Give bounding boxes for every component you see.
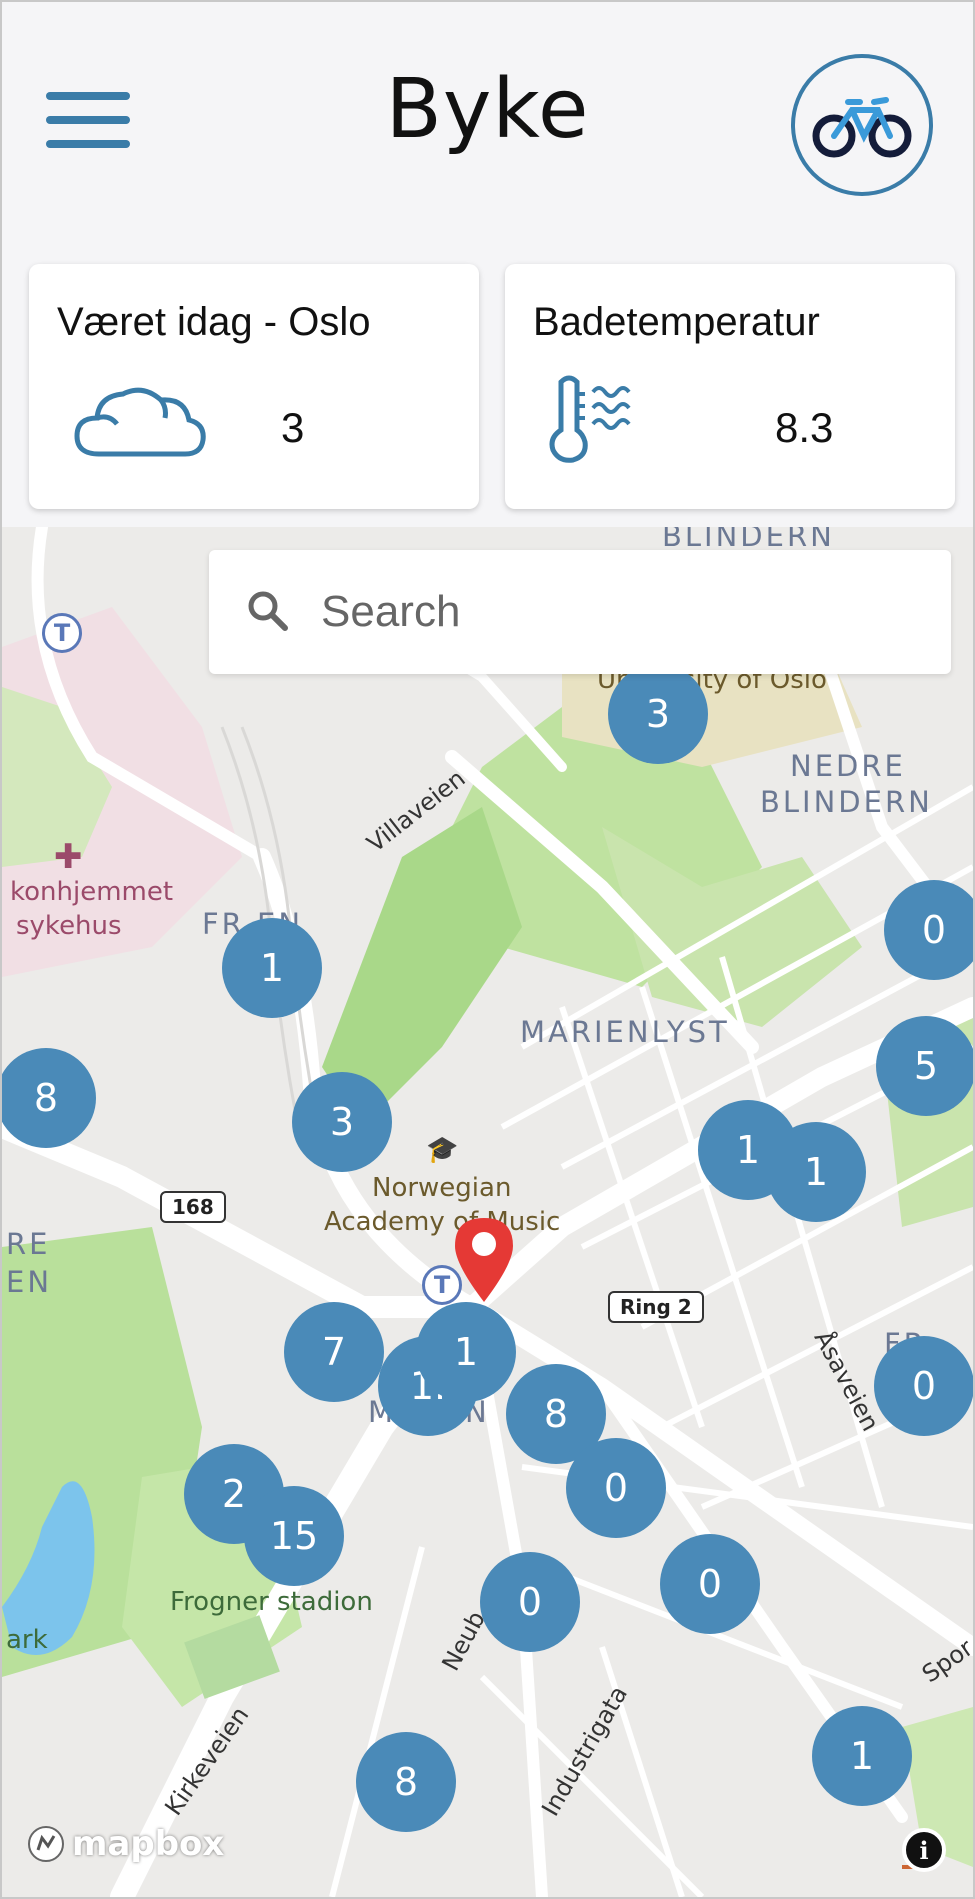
- station-cluster[interactable]: 3: [608, 664, 708, 764]
- station-cluster[interactable]: 0: [884, 880, 973, 980]
- school-icon: 🎓: [426, 1135, 459, 1165]
- app-header: Byke: [2, 2, 973, 242]
- poi-label-stadium: Frogner stadion: [170, 1587, 373, 1617]
- station-cluster[interactable]: 0: [566, 1438, 666, 1538]
- cloud-icon: [69, 374, 209, 469]
- station-cluster[interactable]: 7: [284, 1302, 384, 1402]
- station-cluster[interactable]: 0: [480, 1552, 580, 1652]
- station-cluster[interactable]: 5: [876, 1016, 973, 1116]
- station-cluster[interactable]: 0: [874, 1336, 973, 1436]
- station-cluster[interactable]: 15: [244, 1486, 344, 1586]
- area-label-marienlyst: MARIENLYST: [520, 1015, 730, 1049]
- road-shield-168: 168: [160, 1191, 226, 1223]
- app-screen: Byke Været idag - Oslo 3 Badetemperatur: [0, 0, 975, 1899]
- bath-title: Badetemperatur: [533, 300, 820, 344]
- poi-label-park: ark: [6, 1625, 48, 1655]
- station-cluster[interactable]: 0: [660, 1534, 760, 1634]
- poi-label-hospital-2: sykehus: [16, 911, 122, 941]
- search-icon: [248, 591, 288, 631]
- station-cluster[interactable]: 1: [766, 1122, 866, 1222]
- station-cluster[interactable]: 8: [356, 1732, 456, 1832]
- station-cluster[interactable]: 1: [812, 1706, 912, 1806]
- info-icon[interactable]: i: [902, 1828, 946, 1872]
- area-label-nedre-2: BLINDERN: [760, 785, 933, 819]
- station-cluster[interactable]: 1: [416, 1302, 516, 1402]
- water-temperature-icon: [545, 374, 645, 469]
- area-label-en: EN: [6, 1265, 53, 1299]
- bicycle-icon: [812, 97, 912, 158]
- metro-station-icon: T: [42, 613, 82, 653]
- station-cluster[interactable]: 8: [2, 1048, 96, 1148]
- mapbox-icon: [28, 1826, 64, 1862]
- road-shield-ring2: Ring 2: [608, 1291, 704, 1323]
- location-pin-icon[interactable]: [449, 1214, 519, 1304]
- weather-title: Været idag - Oslo: [57, 300, 371, 344]
- station-cluster[interactable]: 1: [222, 918, 322, 1018]
- poi-label-music-2: Academy of Music: [324, 1207, 561, 1237]
- weather-value: 3: [281, 404, 305, 451]
- bath-temperature-card[interactable]: Badetemperatur 8.3: [505, 264, 955, 509]
- bath-value: 8.3: [775, 404, 834, 451]
- area-label-re: RE: [6, 1227, 51, 1261]
- mapbox-attribution: mapbox: [72, 1824, 225, 1864]
- poi-label-music-1: Norwegian: [372, 1173, 512, 1203]
- weather-card[interactable]: Været idag - Oslo 3: [29, 264, 479, 509]
- hospital-cross-icon: ✚: [54, 837, 83, 877]
- bike-button[interactable]: [791, 54, 933, 196]
- station-cluster[interactable]: 3: [292, 1072, 392, 1172]
- area-label-nedre-1: NEDRE: [790, 749, 906, 783]
- search-bar[interactable]: [209, 550, 951, 674]
- poi-label-hospital-1: konhjemmet: [10, 877, 174, 907]
- search-input[interactable]: [319, 576, 923, 648]
- mapbox-logo[interactable]: mapbox: [26, 1824, 224, 1864]
